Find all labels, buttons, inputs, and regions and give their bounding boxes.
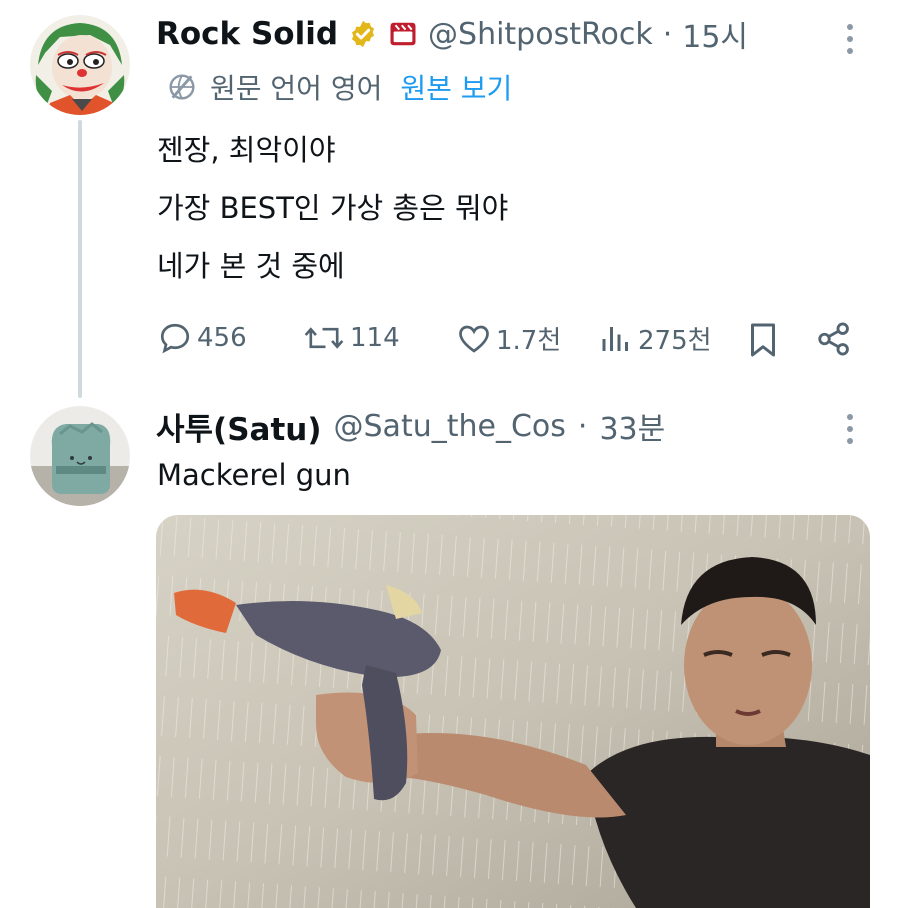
- tweet-photo[interactable]: [156, 515, 870, 908]
- tweet-text-line: 네가 본 것 중에: [157, 249, 345, 283]
- translation-note: 원문 언어 영어: [210, 72, 383, 105]
- bookmark-button[interactable]: [745, 320, 781, 360]
- photo-image: [156, 515, 870, 908]
- tweet-time[interactable]: 15시: [682, 12, 748, 56]
- meta-separator: ·: [577, 408, 588, 444]
- retweet-count: 114: [350, 323, 400, 353]
- avatar[interactable]: [30, 406, 130, 506]
- share-icon: [818, 322, 849, 356]
- author-name[interactable]: 사투(Satu): [156, 404, 322, 449]
- reply-button[interactable]: 456: [157, 320, 247, 356]
- views-button[interactable]: 275천: [598, 320, 712, 357]
- author-handle[interactable]: @ShitpostRock: [428, 17, 653, 52]
- meta-separator: ·: [662, 16, 673, 52]
- bar-chart-icon: [602, 326, 628, 351]
- like-count: 1.7천: [496, 326, 562, 356]
- tweet-text-line: 가장 BEST인 가상 총은 뭐야: [157, 191, 509, 225]
- tweet-text-line: 젠장, 최악이야: [157, 133, 336, 167]
- retweet-icon: [304, 327, 344, 349]
- more-options-icon[interactable]: [846, 414, 854, 444]
- tweet-header: 사투(Satu) @Satu_the_Cos · 33분: [156, 404, 665, 448]
- show-original-link[interactable]: 원본 보기: [400, 67, 512, 107]
- author-name[interactable]: Rock Solid: [156, 16, 338, 52]
- avatar[interactable]: [30, 15, 130, 115]
- tweet-time[interactable]: 33분: [599, 404, 665, 448]
- author-handle[interactable]: @Satu_the_Cos: [334, 409, 566, 444]
- bookmark-icon: [751, 323, 775, 357]
- tweet-header: Rock Solid @ShitpostRock · 15시: [156, 12, 748, 56]
- thread-line: [78, 120, 82, 398]
- clapperboard-icon: [388, 19, 418, 49]
- view-count: 275천: [638, 326, 712, 356]
- retweet-button[interactable]: 114: [302, 320, 400, 356]
- verified-badge-icon: [348, 19, 378, 49]
- tweet-body: Mackerel gun: [157, 458, 351, 492]
- heart-icon: [459, 325, 489, 353]
- reply-icon: [160, 323, 190, 354]
- more-options-icon[interactable]: [846, 24, 854, 54]
- share-button[interactable]: [815, 320, 853, 358]
- reply-count: 456: [197, 323, 247, 353]
- like-button[interactable]: 1.7천: [456, 320, 561, 357]
- translation-bar: 원문 언어 영어 원본 보기: [166, 68, 512, 106]
- globe-off-icon: [166, 71, 198, 103]
- tweet-body: 젠장, 최악이야 가장 BEST인 가상 총은 뭐야 네가 본 것 중에: [157, 121, 508, 295]
